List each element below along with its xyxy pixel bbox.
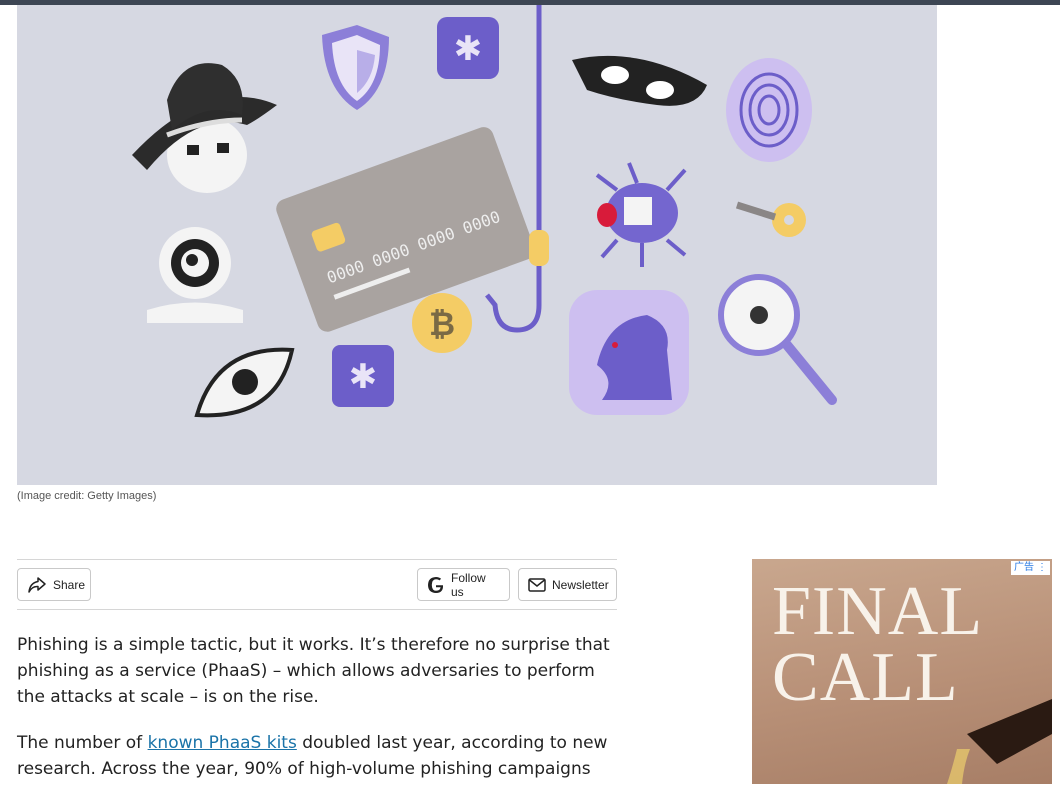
image-credit: (Image credit: Getty Images) (17, 490, 157, 502)
known-phaas-kits-link[interactable]: known PhaaS kits (148, 733, 297, 753)
follow-us-button[interactable]: Follow us (417, 568, 510, 601)
article-body: Phishing is a simple tactic, but it work… (17, 632, 622, 802)
svg-text:✱: ✱ (454, 29, 483, 69)
share-button[interactable]: Share (17, 568, 91, 601)
paragraph-2-text-start: The number of (17, 733, 148, 753)
svg-text:₿: ₿ (429, 305, 455, 343)
bug (595, 162, 687, 267)
svg-text:✱: ✱ (349, 357, 378, 397)
google-icon (427, 576, 445, 594)
newsletter-button[interactable]: Newsletter (518, 568, 617, 601)
advertisement[interactable]: 广告 ⋮ FINAL CALL (752, 559, 1052, 784)
spy-hat-figure (132, 63, 277, 193)
paragraph-1: Phishing is a simple tactic, but it work… (17, 635, 610, 707)
paragraph-2: The number of known PhaaS kits doubled l… (17, 730, 622, 782)
mail-icon (528, 577, 546, 592)
hero-illustration: ✱ 0000 0000 0000 0000 ₿ ✱ (132, 5, 837, 418)
wine-bottle-graphic (947, 699, 1052, 784)
follow-us-label: Follow us (451, 570, 486, 599)
share-bar: Share Follow us Newsletter (17, 559, 617, 610)
share-label: Share (53, 577, 86, 592)
newsletter-label: Newsletter (552, 577, 609, 592)
share-icon (27, 576, 47, 594)
hero-image: ✱ 0000 0000 0000 0000 ₿ ✱ (17, 5, 937, 485)
